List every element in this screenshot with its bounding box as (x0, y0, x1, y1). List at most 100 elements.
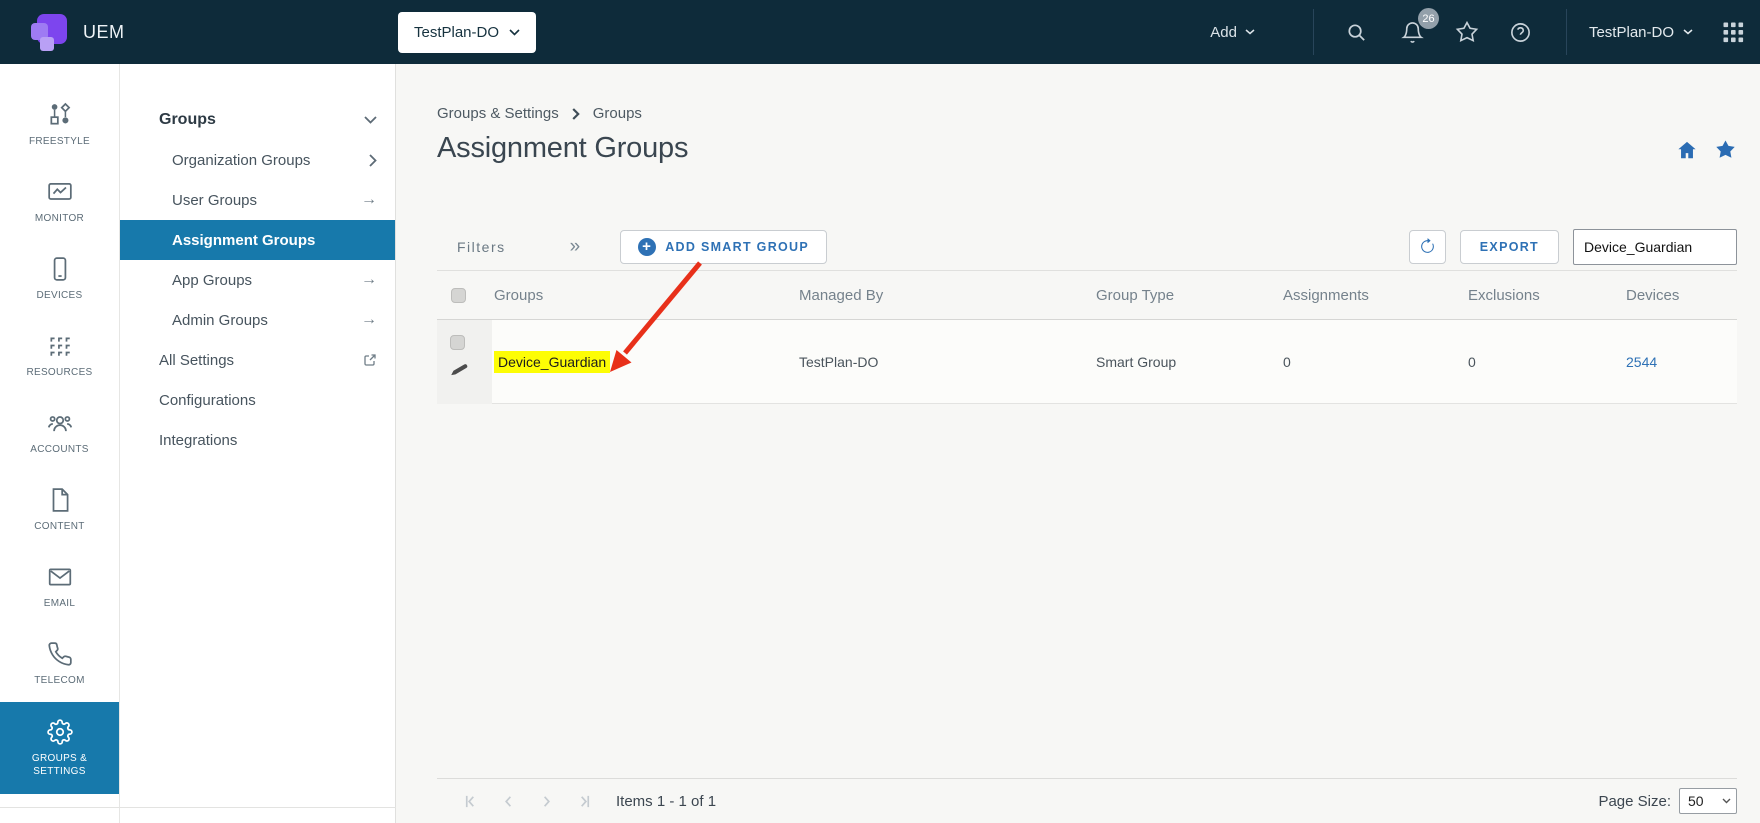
sidebar-item-groups-settings[interactable]: GROUPS & SETTINGS (0, 702, 119, 794)
add-menu-button[interactable]: Add (1210, 24, 1255, 41)
submenu-item-app-groups[interactable]: App Groups → (120, 260, 395, 300)
submenu-item-label: Configurations (159, 392, 256, 409)
table-row: Device_Guardian TestPlan-DO Smart Group … (437, 320, 1737, 404)
sidebar-item-freestyle[interactable]: FREESTYLE (0, 86, 119, 163)
sidebar-item-email[interactable]: EMAIL (0, 548, 119, 625)
edit-pencil-icon[interactable] (450, 363, 471, 376)
top-bar-divider (1313, 9, 1314, 55)
groups-settings-submenu: Groups Organization Groups User Groups →… (120, 64, 396, 823)
home-icon[interactable] (1676, 139, 1698, 161)
help-icon[interactable] (1506, 17, 1536, 47)
column-header-assignments[interactable]: Assignments (1281, 287, 1466, 304)
add-menu-label: Add (1210, 24, 1237, 41)
product-name: UEM (83, 22, 125, 43)
top-bar-actions: Add 26 TestPlan-DO (1210, 9, 1760, 55)
submenu-item-organization-groups[interactable]: Organization Groups (120, 140, 395, 180)
next-page-icon[interactable] (539, 794, 554, 809)
cell-assignments: 0 (1281, 354, 1466, 370)
submenu-item-label: Assignment Groups (172, 232, 315, 249)
breadcrumb: Groups & Settings Groups (437, 105, 1737, 122)
row-checkbox[interactable] (450, 335, 465, 350)
sidebar-item-content[interactable]: CONTENT (0, 471, 119, 548)
add-smart-group-button[interactable]: + ADD SMART GROUP (620, 230, 827, 264)
refresh-button[interactable] (1409, 230, 1446, 264)
sidebar-item-label: RESOURCES (26, 366, 92, 379)
devices-count-link[interactable]: 2544 (1626, 354, 1657, 370)
top-bar: UEM TestPlan-DO Add 26 (0, 0, 1760, 64)
sidebar-item-resources[interactable]: RESOURCES (0, 317, 119, 394)
breadcrumb-chevron-icon (572, 108, 580, 120)
title-row: Assignment Groups (437, 132, 1737, 165)
primary-sidebar: FREESTYLE MONITOR DEVICES RESOURCES ACCO… (0, 64, 120, 823)
brand: UEM (0, 11, 398, 53)
cell-exclusions: 0 (1466, 354, 1624, 370)
account-menu-button[interactable]: TestPlan-DO (1589, 24, 1693, 41)
main-content: Groups & Settings Groups Assignment Grou… (396, 64, 1760, 823)
chevron-down-icon (364, 116, 377, 124)
submenu-item-assignment-groups[interactable]: Assignment Groups (120, 220, 395, 260)
page-size-select[interactable]: 50 (1679, 788, 1737, 814)
arrow-right-icon: → (361, 271, 377, 289)
submenu-item-configurations[interactable]: Configurations (120, 380, 395, 420)
filters-toggle[interactable]: Filters (437, 239, 506, 255)
cell-group-type: Smart Group (1094, 354, 1281, 370)
submenu-item-integrations[interactable]: Integrations (120, 420, 395, 460)
submenu-header-label: Groups (159, 111, 216, 129)
notification-count-badge: 26 (1418, 8, 1439, 29)
account-menu-label: TestPlan-DO (1589, 24, 1674, 41)
sidebar-item-accounts[interactable]: ACCOUNTS (0, 394, 119, 471)
submenu-item-admin-groups[interactable]: Admin Groups → (120, 300, 395, 340)
sidebar-item-monitor[interactable]: MONITOR (0, 163, 119, 240)
previous-page-icon[interactable] (501, 794, 516, 809)
last-page-icon[interactable] (577, 794, 592, 809)
breadcrumb-groups[interactable]: Groups (593, 105, 642, 122)
submenu-item-label: Organization Groups (172, 152, 310, 169)
sidebar-item-telecom[interactable]: TELECOM (0, 625, 119, 702)
submenu-item-all-settings[interactable]: All Settings (120, 340, 395, 380)
sidebar-item-label: CONTENT (34, 520, 84, 533)
column-header-exclusions[interactable]: Exclusions (1466, 287, 1624, 304)
column-header-groups[interactable]: Groups (492, 287, 797, 304)
organization-group-selector[interactable]: TestPlan-DO (398, 12, 536, 53)
sidebar-item-label: EMAIL (44, 597, 76, 610)
organization-group-label: TestPlan-DO (414, 24, 499, 41)
workspace-one-logo-icon[interactable] (30, 11, 70, 53)
arrow-right-icon: → (361, 311, 377, 329)
submenu-item-label: App Groups (172, 272, 252, 289)
add-smart-group-label: ADD SMART GROUP (665, 240, 809, 254)
chevron-down-icon (1722, 798, 1731, 804)
favorite-star-icon[interactable] (1714, 138, 1737, 161)
submenu-item-user-groups[interactable]: User Groups → (120, 180, 395, 220)
table-header-row: Groups Managed By Group Type Assignments… (437, 271, 1737, 320)
sidebar-item-label: GROUPS & SETTINGS (17, 752, 103, 778)
select-all-checkbox[interactable] (451, 288, 466, 303)
global-search-icon[interactable] (1342, 17, 1372, 47)
column-header-group-type[interactable]: Group Type (1094, 287, 1281, 304)
list-search-input[interactable] (1573, 229, 1737, 265)
favorites-star-icon[interactable] (1452, 17, 1482, 47)
first-page-icon[interactable] (463, 794, 478, 809)
pagination (463, 794, 592, 809)
column-header-managed-by[interactable]: Managed By (797, 287, 1094, 304)
envelope-icon (47, 564, 73, 590)
mobile-device-icon (47, 256, 73, 282)
chevron-down-icon (1683, 29, 1693, 35)
highlighted-group-link[interactable]: Device_Guardian (494, 351, 610, 373)
sidebar-item-devices[interactable]: DEVICES (0, 240, 119, 317)
filters-expand-icon[interactable]: » (570, 237, 581, 256)
submenu-item-label: All Settings (159, 352, 234, 369)
submenu-header-groups[interactable]: Groups (120, 100, 395, 140)
export-button[interactable]: EXPORT (1460, 230, 1559, 264)
submenu-item-label: User Groups (172, 192, 257, 209)
refresh-icon (1419, 238, 1436, 255)
page-title: Assignment Groups (437, 132, 688, 165)
column-header-devices[interactable]: Devices (1624, 287, 1737, 304)
submenu-item-label: Admin Groups (172, 312, 268, 329)
app-launcher-grid-icon[interactable] (1723, 22, 1744, 43)
phone-handset-icon (47, 641, 73, 667)
chevron-down-icon (509, 29, 520, 36)
arrow-right-icon: → (361, 191, 377, 209)
submenu-item-label: Integrations (159, 432, 237, 449)
notifications-bell-icon[interactable]: 26 (1398, 17, 1428, 47)
breadcrumb-groups-settings[interactable]: Groups & Settings (437, 105, 559, 122)
